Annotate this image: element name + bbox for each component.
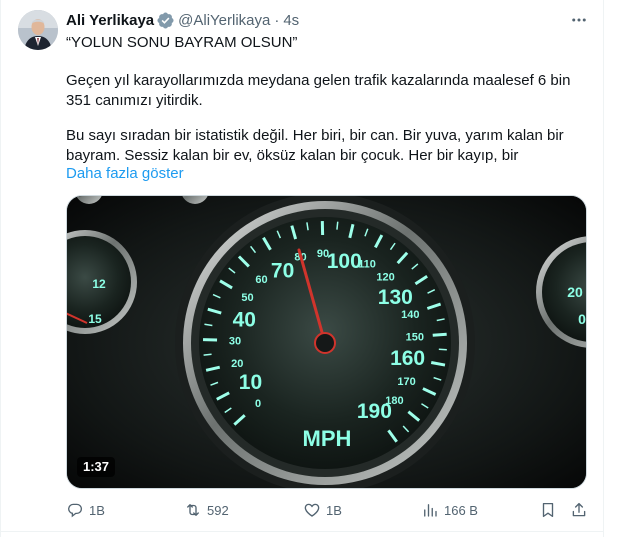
like-button[interactable]: 1B <box>303 499 342 521</box>
speedometer-label-50: 50 <box>241 292 253 304</box>
timeline-right-border <box>603 0 604 537</box>
speedometer-label-10: 10 <box>239 371 262 394</box>
speedometer-label-150: 150 <box>406 332 424 344</box>
speedometer-label-140: 140 <box>401 309 419 321</box>
tweet-divider <box>0 531 604 532</box>
tweet-paragraph-2: Bu sayı sıradan bir istatistik değil. He… <box>66 127 564 164</box>
share-button[interactable] <box>570 499 588 521</box>
video-duration: 1:37 <box>77 457 116 477</box>
share-icon <box>572 502 586 517</box>
speedometer-label-170: 170 <box>397 376 415 388</box>
repost-icon <box>187 504 199 516</box>
speedometer-label-60: 60 <box>255 274 267 286</box>
view-count: 166 B <box>444 502 478 518</box>
separator-dot: · <box>274 11 280 29</box>
bookmark-button[interactable] <box>539 499 557 521</box>
timeline-left-border <box>0 0 1 537</box>
repost-count: 592 <box>207 502 229 518</box>
like-icon <box>304 503 320 517</box>
speedometer-label-160: 160 <box>390 347 425 370</box>
speedometer-video-frame: 0102030405060708090100110120130140150160… <box>67 196 586 488</box>
tweet-header: Ali Yerlikaya @AliYerlikaya · 4s <box>66 10 299 30</box>
like-count: 1B <box>326 502 342 518</box>
author-handle[interactable]: @AliYerlikaya <box>178 12 270 29</box>
needle-hub <box>314 332 336 354</box>
views-icon <box>424 504 437 517</box>
speedometer-label-70: 70 <box>271 259 294 282</box>
video-player[interactable]: 0102030405060708090100110120130140150160… <box>66 195 587 489</box>
speedometer-label-130: 130 <box>378 286 413 309</box>
speedometer-label-0: 0 <box>255 398 261 410</box>
show-more-link[interactable]: Daha fazla göster <box>66 164 184 184</box>
reply-icon <box>68 503 83 518</box>
reply-button[interactable]: 1B <box>66 499 105 521</box>
speedometer-tick <box>203 353 212 356</box>
speedometer-label-100: 100 <box>327 250 362 273</box>
speedometer-tick <box>336 221 339 230</box>
speedometer-label-120: 120 <box>376 271 394 283</box>
verified-badge-icon <box>157 11 174 29</box>
speedometer-label-30: 30 <box>229 336 241 348</box>
repost-button[interactable]: 592 <box>184 499 229 521</box>
speedometer-label-190: 190 <box>357 400 392 423</box>
speedometer-unit: MPH <box>303 426 352 451</box>
tweet-paragraph-1: Geçen yıl karayollarımızda meydana gelen… <box>66 72 571 109</box>
tweet-title-line: “YOLUN SONU BAYRAM OLSUN” <box>66 34 298 51</box>
more-icon <box>572 18 586 22</box>
views-button[interactable]: 166 B <box>421 499 478 521</box>
speedometer-label-20: 20 <box>231 358 243 370</box>
reply-count: 1B <box>89 502 105 518</box>
tweet-actions: 1B 592 1B 166 B <box>0 499 604 521</box>
author-name[interactable]: Ali Yerlikaya <box>66 12 154 29</box>
left-gauge-label-15: 15 <box>88 312 102 326</box>
speedometer-label-40: 40 <box>233 309 256 332</box>
speedometer-label-110: 110 <box>358 258 376 270</box>
avatar[interactable] <box>18 10 58 50</box>
bookmark-icon <box>542 502 554 518</box>
speedometer-tick <box>432 332 447 337</box>
right-gauge-label-0: 0 <box>578 311 586 327</box>
more-button[interactable] <box>568 10 590 30</box>
left-gauge-label-12: 12 <box>92 277 106 291</box>
timestamp[interactable]: 4s <box>283 12 299 29</box>
right-gauge-label-20: 20 <box>567 284 583 300</box>
